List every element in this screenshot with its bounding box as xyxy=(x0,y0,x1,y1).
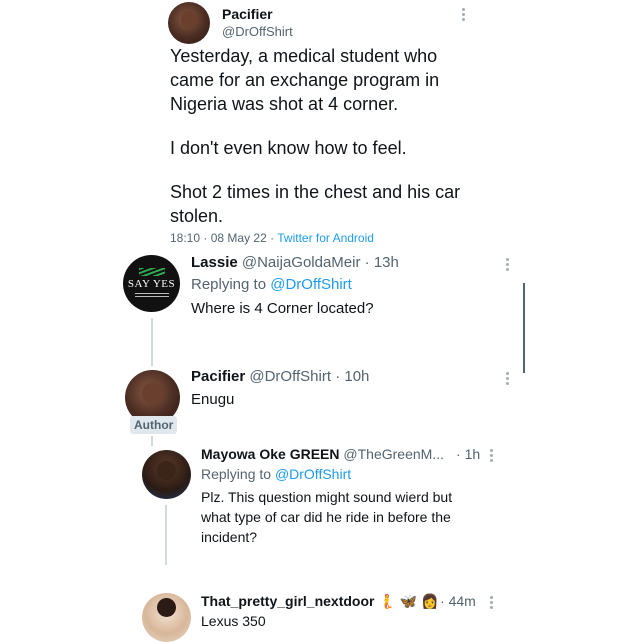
reply-avatar-mayowa[interactable] xyxy=(142,450,191,499)
thread-line xyxy=(151,318,153,366)
reply-author-name[interactable]: That_pretty_girl_nextdoor xyxy=(201,593,374,609)
separator: · xyxy=(335,368,341,385)
reply-text: Enugu xyxy=(191,391,235,408)
thread-line xyxy=(151,436,153,446)
reply-age-group: · 44m xyxy=(440,593,476,609)
replying-to-label: Replying to xyxy=(191,276,267,293)
main-tweet-body-line: Shot 2 times in the chest and his car xyxy=(170,182,461,202)
reply-header: Mayowa Oke GREEN @TheGreenM... xyxy=(201,446,444,462)
main-tweet-more-icon[interactable] xyxy=(462,8,466,23)
avatar-logo-text: SAY YES xyxy=(127,278,176,290)
reply-more-icon[interactable] xyxy=(490,596,494,611)
replying-to-handle[interactable]: @DrOffShirt xyxy=(275,466,351,482)
reply-text-line: incident? xyxy=(201,529,258,545)
main-tweet-body-line: Yesterday, a medical student who xyxy=(170,46,438,66)
separator: · xyxy=(364,254,370,271)
reply-age[interactable]: 10h xyxy=(344,368,369,385)
reply-more-icon[interactable] xyxy=(506,258,510,273)
reply-author-name[interactable]: Pacifier xyxy=(191,368,245,385)
reply-age[interactable]: 44m xyxy=(449,593,476,609)
replying-to-handle[interactable]: @DrOffShirt xyxy=(270,276,352,293)
reply-author-name[interactable]: Lassie xyxy=(191,254,238,271)
reply-age-group: · 1h xyxy=(456,446,480,462)
main-tweet-body-line: stolen. xyxy=(170,206,224,226)
reply-author-handle[interactable]: @TheGreenM... xyxy=(343,446,444,462)
main-tweet-source[interactable]: Twitter for Android xyxy=(277,231,374,245)
reply-author-name[interactable]: Mayowa Oke GREEN xyxy=(201,446,340,462)
reply-text: Lexus 350 xyxy=(201,613,266,629)
logo-subtext-icon xyxy=(134,293,169,299)
main-tweet-body-line: Nigeria was shot at 4 corner. xyxy=(170,94,399,114)
emoji-icons: 🧜 🦋 👩 xyxy=(378,593,439,609)
reply-text-line: what type of car did he ride in before t… xyxy=(201,509,451,525)
reply-avatar-pretty-girl[interactable] xyxy=(142,593,191,642)
reply-author-handle[interactable]: @NaijaGoldaMeir xyxy=(242,254,361,271)
reply-more-icon[interactable] xyxy=(490,449,494,464)
separator: · xyxy=(456,446,461,462)
reply-avatar-lassie[interactable]: SAY YES xyxy=(123,255,180,312)
scrollbar[interactable] xyxy=(523,283,525,373)
reply-header: That_pretty_girl_nextdoor 🧜 🦋 👩 xyxy=(201,593,438,610)
main-tweet-meta: 18:10 · 08 May 22 · Twitter for Android xyxy=(170,231,374,245)
thread-line xyxy=(165,505,167,565)
main-tweet-body-line: I don't even know how to feel. xyxy=(170,138,407,158)
main-tweet-body-line: came for an exchange program in xyxy=(170,70,440,90)
separator: · xyxy=(440,593,445,609)
reply-age[interactable]: 13h xyxy=(374,254,399,271)
replying-to: Replying to @DrOffShirt xyxy=(191,276,352,293)
author-badge: Author xyxy=(130,416,178,434)
reply-header: Lassie @NaijaGoldaMeir · 13h xyxy=(191,254,399,271)
reply-text: Where is 4 Corner located? xyxy=(191,300,374,317)
reply-age[interactable]: 1h xyxy=(465,446,481,462)
main-tweet-time[interactable]: 18:10 xyxy=(170,231,200,245)
main-tweet-name[interactable]: Pacifier xyxy=(222,6,273,22)
reply-text-line: Plz. This question might sound wierd but xyxy=(201,489,453,505)
main-tweet-handle[interactable]: @DrOffShirt xyxy=(222,24,293,39)
main-tweet-date[interactable]: 08 May 22 xyxy=(211,231,267,245)
replying-to: Replying to @DrOffShirt xyxy=(201,466,351,482)
reply-author-handle[interactable]: @DrOffShirt xyxy=(249,368,331,385)
separator: · xyxy=(203,231,208,245)
replying-to-label: Replying to xyxy=(201,466,272,482)
logo-mark-icon xyxy=(138,268,165,276)
separator: · xyxy=(270,231,275,245)
main-tweet-avatar[interactable] xyxy=(168,2,210,44)
reply-more-icon[interactable] xyxy=(506,372,510,387)
reply-header: Pacifier @DrOffShirt · 10h xyxy=(191,368,369,385)
